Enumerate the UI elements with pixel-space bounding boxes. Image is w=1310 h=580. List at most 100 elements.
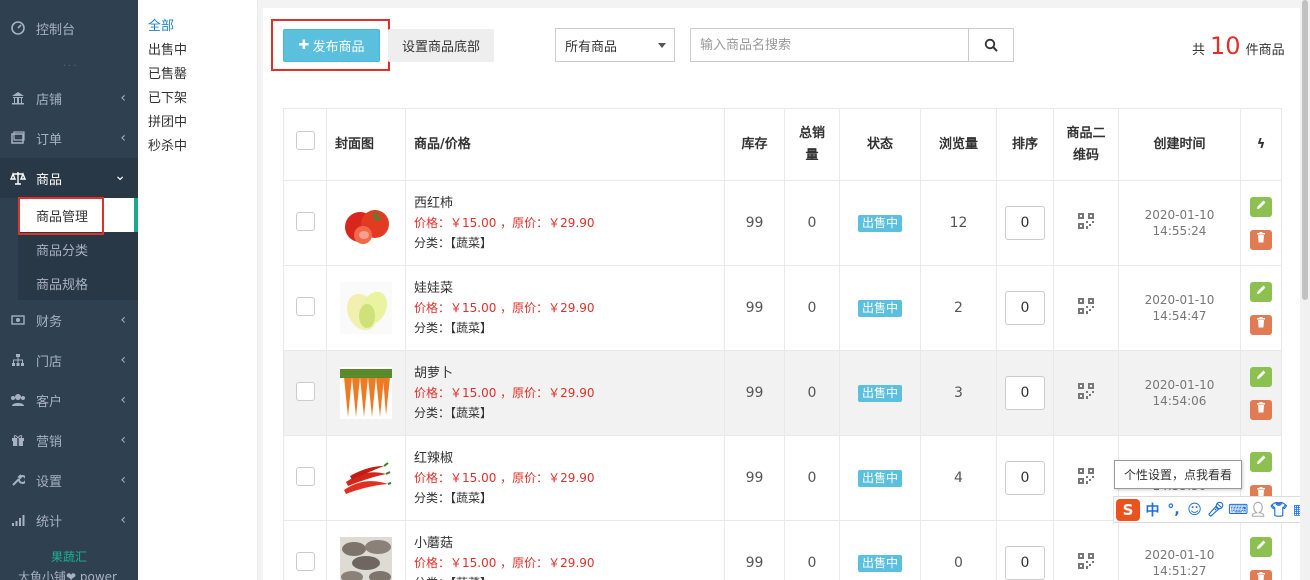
sidebar-item-label: 控制台	[36, 22, 76, 38]
row-checkbox[interactable]	[295, 381, 315, 401]
stock-cell: 99	[724, 350, 785, 436]
stock-cell: 99	[724, 180, 785, 266]
views-cell: 12	[920, 180, 997, 266]
shirt-icon[interactable]: 👕︎	[1270, 502, 1288, 518]
users-icon	[10, 392, 26, 408]
goods-type-select[interactable]: 所有商品	[555, 28, 675, 62]
goods-footer-button[interactable]: 设置商品底部	[388, 29, 494, 62]
sidebar-item-customers[interactable]: 客户 ‹	[0, 380, 138, 420]
delete-button[interactable]	[1250, 399, 1272, 420]
edit-button[interactable]	[1250, 451, 1272, 472]
created-cell: 2020-01-10 14:54:47	[1118, 265, 1241, 351]
status-badge[interactable]: 出售中	[857, 554, 902, 572]
product-category: 分类：【蔬菜】	[414, 573, 724, 580]
filter-sold-out[interactable]: 已售罄	[148, 63, 187, 82]
edit-button[interactable]	[1250, 196, 1272, 217]
created-date: 2020-01-10	[1144, 548, 1215, 562]
delete-button[interactable]	[1250, 569, 1272, 580]
qrcode-cell	[1053, 265, 1119, 351]
ime-logo-icon[interactable]: S	[1116, 498, 1140, 521]
sidebar-item-dashboard[interactable]: 控制台	[0, 8, 138, 48]
col-created: 创建时间	[1118, 108, 1241, 181]
goods-cell: 娃娃菜 价格：￥15.00 ，原价：￥29.90 分类：【蔬菜】	[405, 265, 725, 351]
ime-toolbar[interactable]: S 中 °, ☺ 🎤︎ ⌨ 👤︎ 👕︎ ▦	[1113, 496, 1310, 523]
delete-button[interactable]	[1250, 229, 1272, 250]
search-button[interactable]	[968, 28, 1014, 62]
sidebar-item-label: 客户	[36, 394, 63, 410]
sidebar-item-orders[interactable]: 订单 ‹	[0, 118, 138, 158]
sidebar-item-finance[interactable]: 财务 ‹	[0, 300, 138, 340]
sort-input[interactable]: 0	[1005, 376, 1045, 410]
status-badge[interactable]: 出售中	[857, 214, 902, 232]
qrcode-icon[interactable]	[1078, 553, 1094, 573]
microphone-icon[interactable]: 🎤︎	[1207, 502, 1225, 518]
product-price: 价格：￥15.00 ，原价：￥29.90	[414, 555, 595, 570]
qrcode-icon[interactable]	[1078, 213, 1094, 233]
created-time: 14:55:24	[1152, 224, 1207, 238]
ime-mode-toggle[interactable]: 中	[1144, 500, 1161, 520]
ime-tooltip: 个性设置，点我看看	[1114, 460, 1242, 489]
filter-off-shelf[interactable]: 已下架	[148, 87, 187, 106]
user-icon[interactable]: 👤︎	[1249, 502, 1267, 518]
ime-punct-toggle[interactable]: °,	[1165, 502, 1182, 518]
search-input[interactable]	[690, 28, 969, 62]
pencil-icon	[1256, 199, 1267, 214]
goods-cell: 西红柿 价格：￥15.00 ，原价：￥29.90 分类：【蔬菜】	[405, 180, 725, 266]
status-badge[interactable]: 出售中	[857, 384, 902, 402]
status-cell: 出售中	[839, 265, 921, 351]
qrcode-icon[interactable]	[1078, 383, 1094, 403]
sidebar-item-settings[interactable]: 设置 ‹	[0, 460, 138, 500]
filter-flash-sale[interactable]: 秒杀中	[148, 135, 187, 154]
edit-button[interactable]	[1250, 281, 1272, 302]
row-checkbox[interactable]	[295, 466, 315, 486]
trash-icon	[1256, 402, 1266, 417]
trash-icon	[1256, 572, 1266, 580]
power-text: 大鱼小铺❤ power	[18, 570, 117, 580]
product-category: 分类：【蔬菜】	[414, 490, 493, 505]
sort-input[interactable]: 0	[1005, 291, 1045, 325]
qrcode-icon[interactable]	[1078, 468, 1094, 488]
sort-input[interactable]: 0	[1005, 206, 1045, 240]
row-checkbox[interactable]	[295, 211, 315, 231]
edit-button[interactable]	[1250, 366, 1272, 387]
total-suffix: 件商品	[1245, 43, 1285, 58]
scrollbar-thumb[interactable]	[1302, 0, 1308, 300]
qrcode-cell	[1053, 520, 1119, 580]
product-thumbnail	[327, 197, 405, 249]
sidebar-item-goods[interactable]: 商品 ⌄	[0, 158, 138, 198]
dashboard-icon	[10, 20, 26, 36]
sidebar-item-stats[interactable]: 统计 ‹	[0, 500, 138, 540]
page-scrollbar[interactable]	[1300, 0, 1310, 580]
keyboard-icon[interactable]: ⌨	[1228, 502, 1248, 518]
chevron-left-icon: ‹	[120, 432, 126, 448]
sidebar-sub-goods-spec[interactable]: 商品规格	[18, 266, 138, 300]
qrcode-icon[interactable]	[1078, 298, 1094, 318]
sidebar-item-marketing[interactable]: 营销 ‹	[0, 420, 138, 460]
sidebar-item-label: 营销	[36, 434, 63, 450]
row-checkbox[interactable]	[295, 551, 315, 571]
sidebar-item-stores[interactable]: 门店 ‹	[0, 340, 138, 380]
sidebar-separator: ...	[63, 58, 79, 69]
sort-input[interactable]: 0	[1005, 546, 1045, 580]
sidebar-sub-goods-category[interactable]: 商品分类	[18, 232, 138, 266]
delete-button[interactable]	[1250, 314, 1272, 335]
product-price: 价格：￥15.00 ，原价：￥29.90	[414, 300, 595, 315]
filter-group-buy[interactable]: 拼团中	[148, 111, 187, 130]
status-cell: 出售中	[839, 520, 921, 580]
sidebar-item-label: 财务	[36, 314, 63, 330]
filter-on-sale[interactable]: 出售中	[148, 39, 187, 58]
product-name: 西红柿	[414, 195, 454, 211]
sidebar-item-store[interactable]: 店铺 ‹	[0, 78, 138, 118]
filter-all[interactable]: 全部	[148, 15, 174, 34]
select-all-checkbox[interactable]	[295, 131, 315, 150]
sidebar-item-label: 商品	[36, 172, 63, 188]
row-checkbox[interactable]	[295, 296, 315, 316]
sidebar: 控制台 ... 店铺 ‹ 订单 ‹ 商品 ⌄ 商品管理 商品分类 商品规格 财务…	[0, 0, 138, 580]
sort-input[interactable]: 0	[1005, 461, 1045, 495]
status-badge[interactable]: 出售中	[857, 469, 902, 487]
status-badge[interactable]: 出售中	[857, 299, 902, 317]
smiley-icon[interactable]: ☺	[1186, 502, 1203, 518]
stock-cell: 99	[724, 265, 785, 351]
goods-cell: 红辣椒 价格：￥15.00 ，原价：￥29.90 分类：【蔬菜】	[405, 435, 725, 521]
edit-button[interactable]	[1250, 536, 1272, 557]
